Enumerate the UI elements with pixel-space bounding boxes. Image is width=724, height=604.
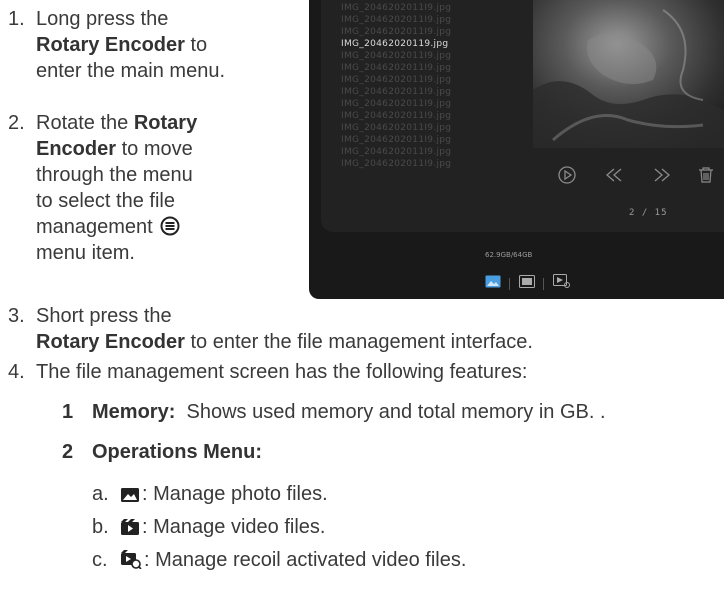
recoil-video-icon xyxy=(121,550,142,569)
feature-text: Shows used memory and total memory in GB… xyxy=(186,401,606,423)
feature-operations-menu: 2 Operations Menu: xyxy=(62,441,263,463)
file-list: IMG_2046202011I9.jpg IMG_2046202011I9.jp… xyxy=(341,2,491,170)
list-item[interactable]: IMG_2046202011I9.jpg xyxy=(341,146,491,158)
divider xyxy=(543,277,545,290)
list-item[interactable]: IMG_2046202011I9.jpg xyxy=(341,110,491,122)
rotary-encoder-term: Rotary Encoder xyxy=(36,331,185,353)
memory-readout: 62.9GB/64GB xyxy=(485,251,533,259)
list-item-selected[interactable]: IMG_20462020119.jpg xyxy=(341,38,491,50)
step-3-text-cont: to enter the file management interface. xyxy=(184,331,533,353)
step-1: 1. Long press the Rotary Encoder to enter … xyxy=(8,8,225,82)
list-item[interactable]: IMG_2046202011I9.jpg xyxy=(341,134,491,146)
previous-icon[interactable] xyxy=(603,165,625,191)
list-item[interactable]: IMG_2046202011I9.jpg xyxy=(341,26,491,38)
step-3-text: Short press the xyxy=(36,305,172,327)
operation-recoil-video: c.: Manage recoil activated video files. xyxy=(92,549,467,571)
operation-video: b.: Manage video files. xyxy=(92,516,326,538)
step-number: 1. xyxy=(8,8,25,30)
operations-menu xyxy=(485,274,575,293)
list-item[interactable]: IMG_2046202011I9.jpg xyxy=(341,86,491,98)
step-2-menu-item: menu item. xyxy=(36,242,135,264)
photo-icon xyxy=(121,488,139,502)
list-item[interactable]: IMG_2046202011I9.jpg xyxy=(341,14,491,26)
list-item[interactable]: IMG_2046202011I9.jpg xyxy=(341,98,491,110)
step-3: 3. Short press the Rotary Encoder to ente… xyxy=(8,303,708,355)
list-item[interactable]: IMG_2046202011I9.jpg xyxy=(341,74,491,86)
divider xyxy=(509,277,511,290)
list-item[interactable]: IMG_2046202011I9.jpg xyxy=(341,62,491,74)
step-4-text: The file management screen has the follo… xyxy=(36,361,528,383)
play-icon[interactable] xyxy=(557,165,577,191)
list-item[interactable]: IMG_2046202011I9.jpg xyxy=(341,2,491,14)
step-number: 3. xyxy=(8,305,25,327)
video-icon xyxy=(121,519,139,535)
step-number: 2. xyxy=(8,112,25,134)
feature-label: Operations Menu: xyxy=(92,441,263,463)
step-4: 4. The file management screen has the fol… xyxy=(8,359,718,385)
feature-memory: 1 Memory: Shows used memory and total mem… xyxy=(62,401,606,423)
recoil-video-icon[interactable] xyxy=(552,274,571,293)
file-management-screen: IMG_2046202011I9.jpg IMG_2046202011I9.jp… xyxy=(309,0,724,299)
video-icon[interactable] xyxy=(518,274,535,293)
file-browser-panel: IMG_2046202011I9.jpg IMG_2046202011I9.jp… xyxy=(321,0,724,232)
file-counter: 2 / 15 xyxy=(629,208,668,218)
step-number: 4. xyxy=(8,361,25,383)
list-item[interactable]: IMG_2046202011I9.jpg xyxy=(341,122,491,134)
list-item[interactable]: IMG_2046202011I9.jpg xyxy=(341,50,491,62)
step-1-text: Long press the xyxy=(36,8,169,30)
step-2: 2. Rotate the Rotary Encoder to move throu… xyxy=(8,112,198,264)
delete-icon[interactable] xyxy=(697,165,715,191)
photo-icon[interactable] xyxy=(485,275,501,293)
next-icon[interactable] xyxy=(651,165,673,191)
feature-label: Memory: xyxy=(92,401,176,423)
file-management-icon xyxy=(160,216,180,236)
list-item[interactable]: IMG_2046202011I9.jpg xyxy=(341,158,491,170)
rotary-encoder-term: Rotary Encoder xyxy=(36,34,185,56)
photo-preview xyxy=(533,0,724,148)
operation-photo: a.: Manage photo files. xyxy=(92,483,328,505)
step-2-text: Rotate the xyxy=(36,112,134,134)
